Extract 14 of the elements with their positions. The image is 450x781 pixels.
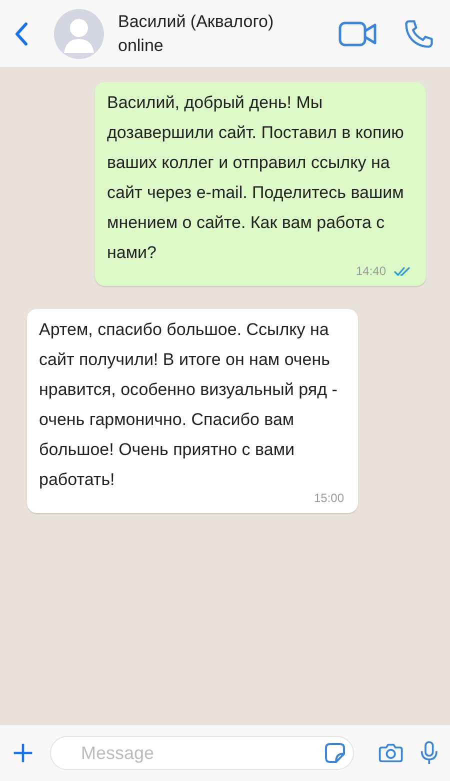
sticker-icon[interactable] [324, 742, 346, 764]
plus-icon[interactable] [12, 741, 34, 765]
video-call-icon[interactable] [338, 20, 378, 48]
camera-icon[interactable] [378, 741, 404, 765]
message-time: 15:00 [314, 491, 344, 505]
contact-name: Василий (Аквалого) [118, 12, 275, 32]
avatar-icon [54, 8, 104, 58]
microphone-icon[interactable] [420, 739, 438, 767]
message-text: Артем, спасибо большое. Ссылку на сайт получили! В итоге он нам очень нравится, особенно визуальный ряд - очень гармонично. Спасибо вам большое! Очень приятно с вами работать! [39, 319, 338, 491]
back-icon[interactable] [14, 22, 28, 46]
message-input[interactable]: Message [50, 736, 354, 770]
message-text: Василий, добрый день! Мы дозавершили сайт. Поставил в копию ваших коллег и отправил ссылку на сайт через e-mail. Поделитесь вашим мнением о сайте. Как вам работа с нами? [107, 92, 405, 264]
message-time: 14:40 [356, 264, 386, 278]
contact-status: online [118, 36, 164, 56]
